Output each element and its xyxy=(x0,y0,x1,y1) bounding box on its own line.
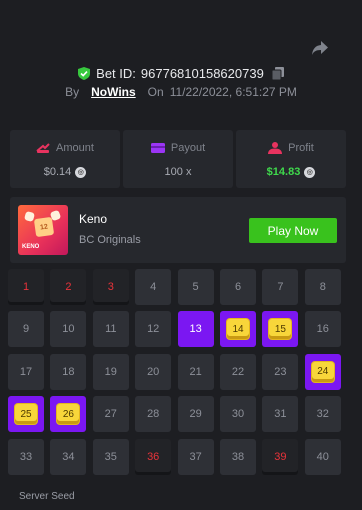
payout-card: Payout 100 x xyxy=(123,130,233,188)
bet-id-row: Bet ID: 96776810158620739 xyxy=(0,64,362,82)
keno-cell: 10 xyxy=(50,311,87,348)
keno-cell: 4 xyxy=(135,269,172,305)
game-provider: BC Originals xyxy=(79,234,141,246)
keno-cell: 33 xyxy=(8,438,44,475)
by-label: By xyxy=(65,85,80,99)
user-coin-icon xyxy=(268,142,283,154)
payout-value: 100 x xyxy=(164,166,192,178)
keno-cell: 29 xyxy=(177,396,214,433)
keno-cell: 26 xyxy=(50,396,87,433)
gem-icon: 26 xyxy=(57,404,80,425)
keno-cell: 17 xyxy=(8,353,44,390)
keno-cell: 22 xyxy=(220,353,256,390)
thumbnail-label: KENO xyxy=(22,244,40,250)
amount-value: $0.14 xyxy=(43,166,72,178)
keno-cell: 27 xyxy=(92,396,129,433)
keno-cell: 13 xyxy=(177,311,214,348)
keno-cell: 39 xyxy=(262,438,299,475)
keno-cell: 5 xyxy=(177,269,214,305)
keno-cell: 36 xyxy=(135,438,172,475)
profit-value: $14.83 xyxy=(266,166,301,178)
keno-cell: 3 xyxy=(92,269,129,305)
keno-cell: 25 xyxy=(8,396,44,433)
keno-cell: 38 xyxy=(220,438,256,475)
bet-id-label: Bet ID: xyxy=(96,65,136,81)
keno-cell: 12 xyxy=(135,311,172,348)
keno-cell: 23 xyxy=(262,353,299,390)
amount-label: Amount xyxy=(56,142,94,154)
keno-cell: 9 xyxy=(8,311,44,348)
bet-id-value: 96776810158620739 xyxy=(140,65,264,81)
keno-cell: 31 xyxy=(262,396,299,433)
server-seed-label: Server Seed xyxy=(19,491,75,502)
keno-cell: 30 xyxy=(220,396,256,433)
keno-cell: 14 xyxy=(220,311,256,348)
gem-icon: 14 xyxy=(227,319,249,340)
keno-cell: 34 xyxy=(50,438,87,475)
coin-icon: ◎ xyxy=(304,166,316,178)
keno-cell: 2 xyxy=(50,269,87,305)
bet-timestamp: 11/22/2022, 6:51:27 PM xyxy=(169,85,297,99)
keno-cell: 15 xyxy=(262,311,299,348)
coin-icon: ◎ xyxy=(75,166,87,178)
profit-card: Profit $14.83 ◎ xyxy=(236,130,346,188)
amount-card: Amount $0.14 ◎ xyxy=(10,130,120,188)
keno-cell: 32 xyxy=(304,396,341,433)
profit-label: Profit xyxy=(288,142,314,154)
keno-cell: 20 xyxy=(135,353,172,390)
shield-check-icon xyxy=(78,66,91,80)
gem-icon: 15 xyxy=(269,319,292,340)
game-card: 12 KENO Keno BC Originals Play Now xyxy=(10,197,346,263)
keno-cell: 19 xyxy=(92,353,129,390)
keno-cell: 7 xyxy=(262,269,299,305)
keno-cell: 6 xyxy=(220,269,256,305)
keno-cell: 21 xyxy=(177,353,214,390)
payout-label: Payout xyxy=(170,142,206,154)
gem-icon: 25 xyxy=(15,404,37,425)
coins-icon xyxy=(36,143,50,153)
on-label: On xyxy=(147,85,164,99)
share-icon[interactable] xyxy=(311,40,329,56)
wallet-icon xyxy=(150,143,165,153)
keno-cell: 1 xyxy=(8,269,44,305)
play-now-button[interactable]: Play Now xyxy=(249,218,337,243)
keno-cell: 8 xyxy=(304,269,341,305)
keno-cell: 18 xyxy=(50,353,87,390)
keno-cell: 24 xyxy=(304,353,341,390)
gem-icon: 24 xyxy=(311,361,334,382)
user-link[interactable]: NoWins xyxy=(91,85,136,99)
bet-meta-row: By NoWins On 11/22/2022, 6:51:27 PM xyxy=(0,84,362,100)
keno-cell: 37 xyxy=(177,438,214,475)
keno-cell: 35 xyxy=(92,438,129,475)
keno-cell: 16 xyxy=(304,311,341,348)
keno-thumbnail[interactable]: 12 KENO xyxy=(18,205,68,255)
dice-icon: 12 xyxy=(33,216,55,238)
bet-stats: Amount $0.14 ◎ Payout 100 x Profit $14.83… xyxy=(10,130,346,188)
game-name: Keno xyxy=(79,212,108,226)
keno-cell: 28 xyxy=(135,396,172,433)
copy-icon[interactable] xyxy=(271,66,284,80)
keno-cell: 40 xyxy=(304,438,341,475)
keno-cell: 11 xyxy=(92,311,129,348)
